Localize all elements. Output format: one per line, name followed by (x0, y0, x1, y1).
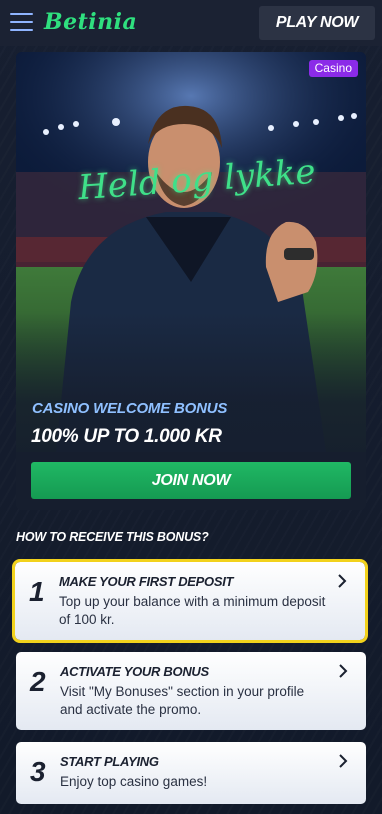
chevron-right-icon (338, 574, 347, 588)
chevron-right-icon (339, 754, 348, 768)
step-card-3[interactable]: 3 START PLAYING Enjoy top casino games! (16, 742, 366, 804)
step-number: 3 (30, 756, 46, 787)
step-card-1[interactable]: 1 MAKE YOUR FIRST DEPOSIT Top up your ba… (12, 559, 368, 643)
step-description: Visit "My Bonuses" section in your profi… (60, 684, 305, 717)
chevron-right-icon (339, 664, 348, 678)
step-title: ACTIVATE YOUR BONUS (60, 664, 209, 679)
step-description: Top up your balance with a minimum depos… (59, 594, 326, 627)
step-number: 2 (30, 666, 46, 697)
bonus-title: 100% UP TO 1.000 KR (31, 426, 222, 447)
step-description: Enjoy top casino games! (60, 774, 208, 789)
join-now-button[interactable]: JOIN NOW (31, 462, 351, 499)
step-number: 1 (29, 576, 45, 607)
how-to-heading: HOW TO RECEIVE THIS BONUS? (16, 530, 209, 544)
play-now-button[interactable]: PLAY NOW (259, 6, 375, 40)
step-title: MAKE YOUR FIRST DEPOSIT (59, 574, 234, 589)
category-badge: Casino (308, 60, 358, 77)
menu-icon[interactable] (10, 13, 33, 31)
step-card-2[interactable]: 2 ACTIVATE YOUR BONUS Visit "My Bonuses"… (16, 652, 366, 730)
promo-card: Casino Held og lykke CASINO WELCOME BONU… (16, 52, 366, 510)
top-header: Betinia PLAY NOW (0, 0, 382, 46)
step-title: START PLAYING (60, 754, 159, 769)
bonus-subtitle: CASINO WELCOME BONUS (32, 400, 228, 417)
brand-logo[interactable]: Betinia (44, 6, 137, 38)
